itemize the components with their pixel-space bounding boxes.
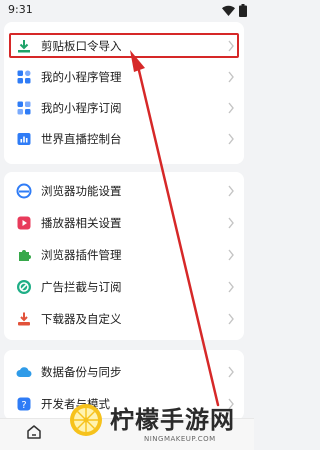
- menu-item-label: 我的小程序管理: [41, 70, 122, 84]
- mini-program-icon: [17, 70, 31, 84]
- chevron-right-icon: [228, 185, 234, 197]
- menu-item-backup-sync[interactable]: 数据备份与同步: [4, 358, 244, 386]
- menu-item-label: 浏览器插件管理: [41, 248, 122, 262]
- chevron-right-icon: [228, 71, 234, 83]
- lemon-logo-icon: [70, 404, 102, 436]
- menu-item-player-settings[interactable]: 播放器相关设置: [4, 209, 244, 237]
- menu-item-label: 下载器及自定义: [41, 312, 122, 326]
- cloud-backup-icon: [16, 367, 32, 378]
- menu-item-label: 播放器相关设置: [41, 216, 122, 230]
- menu-item-plugin-manage[interactable]: 浏览器插件管理: [4, 241, 244, 269]
- adblock-icon: [17, 280, 31, 294]
- plugin-icon: [19, 250, 31, 261]
- status-time: 9:31: [8, 3, 33, 16]
- home-icon[interactable]: [26, 424, 42, 440]
- menu-item-label: 浏览器功能设置: [41, 184, 122, 198]
- battery-icon: [239, 4, 247, 17]
- menu-item-adblock[interactable]: 广告拦截与订阅: [4, 273, 244, 301]
- developer-icon: ?: [17, 397, 31, 411]
- browser-settings-icon: [16, 183, 32, 199]
- wifi-icon: [222, 5, 235, 16]
- chevron-right-icon: [228, 249, 234, 261]
- watermark-title: 柠檬手游网: [110, 406, 235, 434]
- chevron-right-icon: [228, 281, 234, 293]
- watermark: 柠檬手游网 NINGMAKEUP.COM: [68, 400, 252, 450]
- chevron-right-icon: [228, 217, 234, 229]
- menu-card-browser: 浏览器功能设置 播放器相关设置 浏览器插件管理 广告拦截与订阅 下载器及自定义: [4, 172, 244, 340]
- download-icon: [18, 312, 30, 326]
- annotation-highlight-box: [9, 33, 239, 58]
- menu-item-label: 数据备份与同步: [41, 365, 122, 379]
- menu-item-label: 我的小程序订阅: [41, 101, 122, 115]
- watermark-subtitle: NINGMAKEUP.COM: [144, 435, 216, 443]
- chevron-right-icon: [228, 102, 234, 114]
- menu-item-live-console[interactable]: 世界直播控制台: [4, 125, 244, 153]
- live-console-icon: [17, 133, 31, 145]
- chevron-right-icon: [228, 133, 234, 145]
- subscribe-icon: [17, 101, 31, 115]
- menu-item-mini-program-subscribe[interactable]: 我的小程序订阅: [4, 94, 244, 122]
- menu-item-browser-settings[interactable]: 浏览器功能设置: [4, 177, 244, 205]
- status-bar: 9:31: [0, 0, 254, 22]
- player-icon: [17, 216, 31, 230]
- chevron-right-icon: [228, 366, 234, 378]
- menu-item-downloader[interactable]: 下载器及自定义: [4, 305, 244, 333]
- menu-item-mini-program-manage[interactable]: 我的小程序管理: [4, 63, 244, 91]
- menu-item-label: 世界直播控制台: [41, 132, 122, 146]
- svg-text:?: ?: [21, 400, 26, 411]
- menu-item-label: 广告拦截与订阅: [41, 280, 122, 294]
- chevron-right-icon: [228, 313, 234, 325]
